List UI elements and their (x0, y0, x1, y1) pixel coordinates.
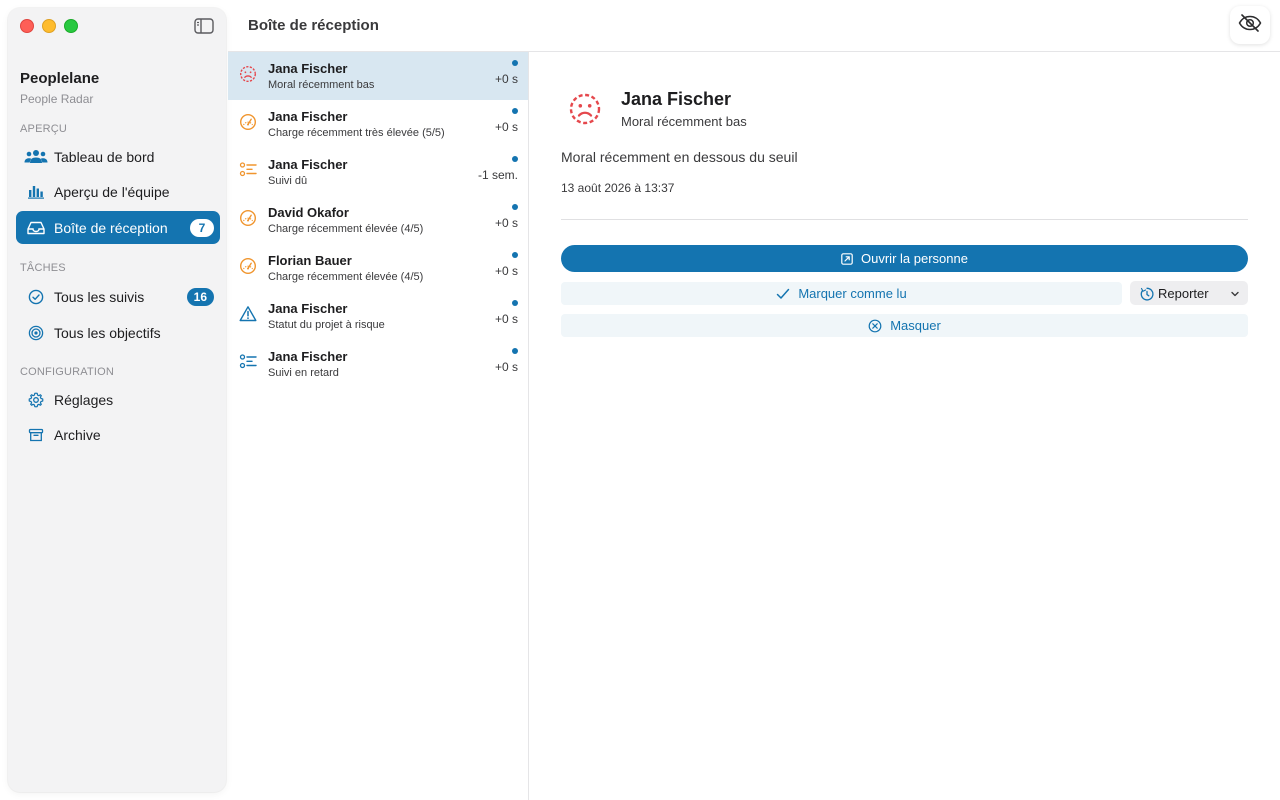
list-item[interactable]: Florian Bauer Charge récemment élevée (4… (228, 244, 528, 292)
timer-icon (1140, 286, 1154, 301)
checklist-icon (238, 352, 258, 372)
section-label-configuration: CONFIGURATION (20, 366, 115, 378)
target-icon (24, 323, 48, 343)
followups-count-badge: 16 (186, 287, 214, 306)
message-subject: Charge récemment élevée (4/5) (268, 271, 424, 283)
close-window-button[interactable] (20, 19, 34, 33)
sidebar-item-label: Tableau de bord (54, 148, 155, 165)
detail-person-name: Jana Fischer (621, 89, 732, 109)
message-sender: Jana Fischer (268, 301, 348, 316)
sidebar-item-label: Réglages (54, 391, 114, 408)
message-sender: David Okafor (268, 205, 349, 220)
gear-icon (24, 390, 48, 410)
list-item[interactable]: Jana Fischer Charge récemment très élevé… (228, 100, 528, 148)
sidebar-item-label: Boîte de réception (54, 219, 168, 236)
message-sender: Jana Fischer (268, 109, 348, 124)
mark-as-read-label: Marquer comme lu (798, 286, 907, 301)
detail-description: Moral récemment en dessous du seuil (561, 149, 798, 165)
bar-chart-icon (24, 182, 48, 202)
message-time: -1 sem. (477, 168, 518, 182)
message-time: +0 s (494, 264, 518, 278)
zoom-window-button[interactable] (64, 19, 78, 33)
list-item[interactable]: David Okafor Charge récemment élevée (4/… (228, 196, 528, 244)
message-subject: Suivi en retard (268, 367, 339, 379)
warning-triangle-icon (238, 304, 258, 324)
inbox-count-badge: 7 (190, 218, 214, 237)
mark-as-read-button[interactable]: Marquer comme lu (561, 282, 1122, 305)
sad-face-icon (238, 64, 258, 84)
message-subject: Charge récemment élevée (4/5) (268, 223, 424, 235)
eye-slash-icon (1238, 13, 1262, 37)
detail-subtitle: Moral récemment bas (621, 114, 747, 129)
app-name: Peoplelane (20, 70, 100, 87)
unread-indicator (512, 60, 518, 66)
sidebar-item-dashboard[interactable]: Tableau de bord (16, 140, 220, 173)
unread-indicator (512, 300, 518, 306)
check-circle-icon (24, 287, 48, 307)
message-sender: Jana Fischer (268, 349, 348, 364)
sidebar-item-all-followups[interactable]: Tous les suivis 16 (16, 280, 220, 313)
sad-face-icon (568, 92, 602, 126)
sidebar-toggle-icon[interactable] (194, 18, 214, 34)
message-time: +0 s (494, 120, 518, 134)
checkmark-icon (776, 288, 790, 300)
sidebar: Peoplelane People Radar APERÇU Tableau d… (8, 8, 226, 792)
unread-indicator (512, 156, 518, 162)
sidebar-item-archive[interactable]: Archive (16, 418, 220, 451)
inbox-icon (24, 218, 48, 238)
message-subject: Suivi dû (268, 175, 308, 187)
x-circle-icon (868, 319, 882, 333)
message-subject: Moral récemment bas (268, 79, 375, 91)
list-item[interactable]: Jana Fischer Suivi en retard +0 s (228, 340, 528, 388)
message-time: +0 s (494, 360, 518, 374)
message-subject: Charge récemment très élevée (5/5) (268, 127, 445, 139)
gauge-icon (238, 256, 258, 276)
message-list: Jana Fischer Moral récemment bas +0 s Ja… (228, 52, 528, 800)
checklist-icon (238, 160, 258, 180)
unread-indicator (512, 108, 518, 114)
list-item[interactable]: Jana Fischer Moral récemment bas +0 s (228, 52, 528, 100)
app-subtitle: People Radar (20, 92, 94, 106)
list-item[interactable]: Jana Fischer Statut du projet à risque +… (228, 292, 528, 340)
message-sender: Florian Bauer (268, 253, 352, 268)
unread-indicator (512, 252, 518, 258)
message-subject: Statut du projet à risque (268, 319, 385, 331)
open-external-icon (841, 252, 853, 265)
sidebar-item-all-objectives[interactable]: Tous les objectifs (16, 316, 220, 349)
archive-box-icon (24, 425, 48, 445)
unread-indicator (512, 348, 518, 354)
message-sender: Jana Fischer (268, 157, 348, 172)
sidebar-item-label: Aperçu de l'équipe (54, 183, 170, 200)
minimize-window-button[interactable] (42, 19, 56, 33)
message-sender: Jana Fischer (268, 61, 348, 76)
gauge-icon (238, 112, 258, 132)
section-label-apercu: APERÇU (20, 123, 68, 135)
detail-date: 13 août 2026 à 13:37 (561, 181, 675, 195)
sidebar-item-label: Tous les objectifs (54, 324, 161, 341)
list-divider (528, 52, 529, 800)
hide-button[interactable]: Masquer (561, 314, 1248, 337)
sidebar-item-settings[interactable]: Réglages (16, 383, 220, 416)
sidebar-item-inbox[interactable]: Boîte de réception 7 (16, 211, 220, 244)
snooze-label: Reporter (1158, 285, 1209, 301)
open-person-label: Ouvrir la personne (861, 251, 968, 266)
sidebar-item-label: Tous les suivis (54, 288, 145, 305)
list-item[interactable]: Jana Fischer Suivi dû -1 sem. (228, 148, 528, 196)
detail-divider (561, 219, 1248, 220)
message-time: +0 s (494, 312, 518, 326)
sidebar-item-label: Archive (54, 426, 101, 443)
people-icon (24, 147, 48, 167)
snooze-dropdown[interactable]: Reporter (1130, 281, 1248, 305)
message-time: +0 s (494, 72, 518, 86)
message-time: +0 s (494, 216, 518, 230)
section-label-taches: TÂCHES (20, 262, 66, 274)
sidebar-item-team-overview[interactable]: Aperçu de l'équipe (16, 175, 220, 208)
page-title: Boîte de réception (248, 17, 379, 34)
chevron-down-icon (1230, 287, 1240, 302)
gauge-icon (238, 208, 258, 228)
open-person-button[interactable]: Ouvrir la personne (561, 245, 1248, 272)
unread-indicator (512, 204, 518, 210)
toggle-visibility-button[interactable] (1230, 6, 1270, 44)
hide-label: Masquer (890, 318, 941, 333)
